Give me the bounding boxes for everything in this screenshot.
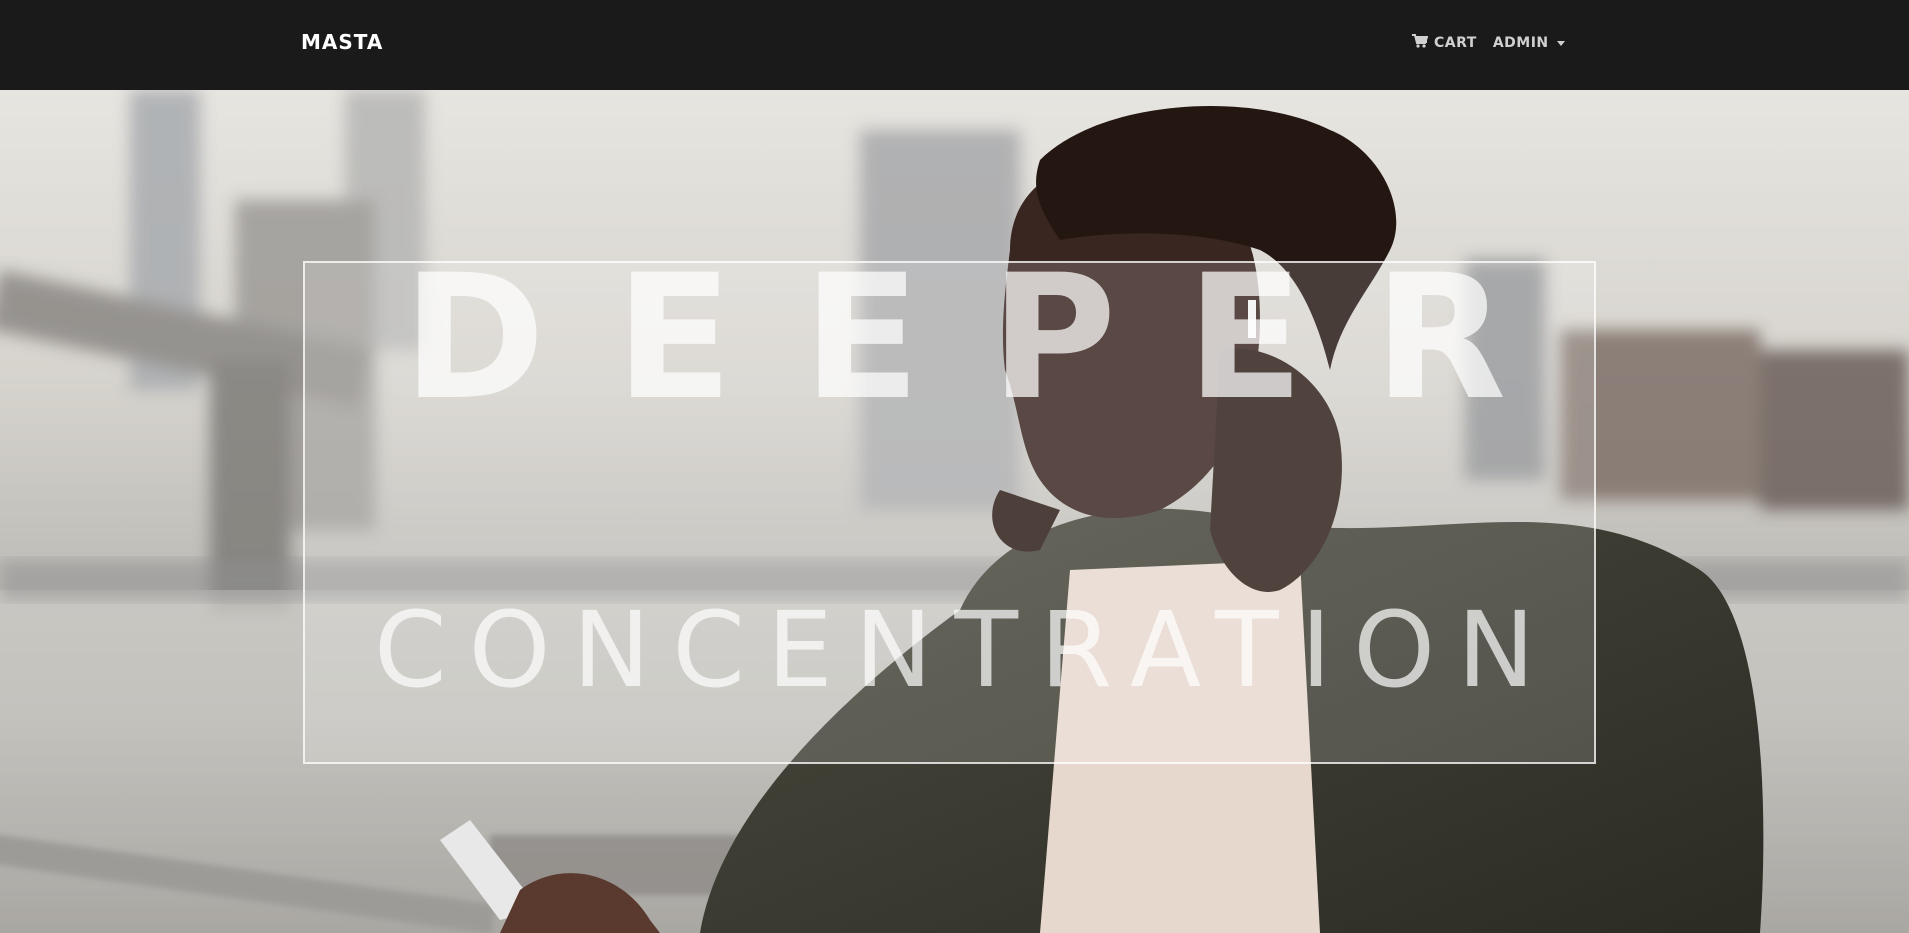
cart-label: CART: [1434, 35, 1477, 51]
hero-headline: DEEPER: [402, 237, 1577, 438]
brand-logo-link[interactable]: MASTA: [301, 30, 383, 54]
cart-icon: [1412, 34, 1429, 52]
cart-link[interactable]: CART: [1412, 34, 1477, 52]
navbar: MASTA CART ADMIN: [0, 0, 1909, 90]
hero-section: DEEPER CONCENTRATION: [0, 90, 1909, 933]
nav-right: CART ADMIN: [1412, 34, 1565, 52]
caret-down-icon: [1556, 40, 1565, 46]
admin-label: ADMIN: [1492, 35, 1549, 51]
admin-dropdown[interactable]: ADMIN: [1493, 35, 1565, 51]
hero-subheadline: CONCENTRATION: [374, 589, 1557, 711]
